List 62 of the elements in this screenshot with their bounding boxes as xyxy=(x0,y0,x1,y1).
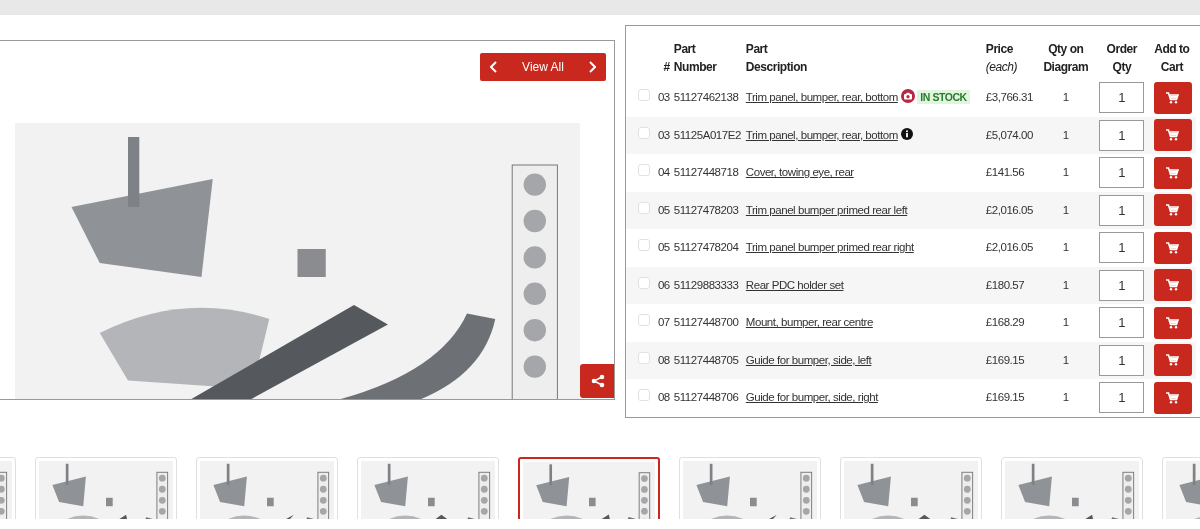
quantity-input[interactable]: 1 xyxy=(1099,82,1145,114)
part-description-link[interactable]: Trim panel bumper primed rear right xyxy=(745,241,914,254)
item-number: 08 xyxy=(657,391,670,404)
price: £169.15 xyxy=(985,391,1025,404)
price: £3,766.31 xyxy=(985,91,1033,104)
price: £141.56 xyxy=(985,166,1025,179)
part-description-link[interactable]: Guide for bumper, side, left xyxy=(745,353,872,366)
part-number: 51129883333 xyxy=(673,278,739,291)
quantity: 1 xyxy=(1062,128,1069,141)
part-description-link[interactable]: Guide for bumper, side, right xyxy=(745,391,878,404)
quantity-input[interactable]: 1 xyxy=(1099,232,1145,264)
item-number: 05 xyxy=(657,203,670,216)
quantity-input[interactable]: 1 xyxy=(1099,307,1145,339)
item-number: 07 xyxy=(657,316,670,329)
item-number: 08 xyxy=(657,353,670,366)
price: £168.29 xyxy=(985,316,1025,329)
item-number: 05 xyxy=(657,241,670,254)
part-description-link[interactable]: Rear PDC holder set xyxy=(745,278,844,291)
quantity: 1 xyxy=(1062,316,1069,329)
item-number: 06 xyxy=(657,278,670,291)
column-header: Part Description xyxy=(745,41,806,76)
part-number: 51127448700 xyxy=(673,316,739,329)
column-header: Add to Cart xyxy=(1153,41,1191,76)
part-number: 51127448718 xyxy=(673,166,739,179)
part-description-link[interactable]: Mount, bumper, rear centre xyxy=(745,316,873,329)
column-header: Price xyxy=(985,41,1013,59)
part-number: 51127478204 xyxy=(673,241,739,254)
quantity: 1 xyxy=(1062,166,1069,179)
item-number: 03 xyxy=(657,128,670,141)
item-number: 04 xyxy=(657,166,670,179)
part-number: 51127478203 xyxy=(673,203,739,216)
part-number: 51125A017E2 xyxy=(673,128,741,141)
part-description-link[interactable]: Cover, towing eye, rear xyxy=(745,166,854,179)
quantity-input[interactable]: 1 xyxy=(1099,344,1145,376)
part-number: 51127462138 xyxy=(673,91,739,104)
column-note: (each) xyxy=(985,59,1018,74)
price: £2,016.05 xyxy=(985,241,1033,254)
price: £169.15 xyxy=(985,353,1025,366)
price: £2,016.05 xyxy=(985,203,1033,216)
quantity-input[interactable]: 1 xyxy=(1099,119,1145,151)
quantity: 1 xyxy=(1062,391,1069,404)
part-number: 51127448705 xyxy=(673,353,739,366)
part-description-link[interactable]: Trim panel, bumper, rear, bottom xyxy=(745,91,898,104)
quantity-input[interactable]: 1 xyxy=(1099,157,1145,189)
quantity: 1 xyxy=(1062,203,1069,216)
quantity-input[interactable]: 1 xyxy=(1099,382,1145,414)
column-header: Qty on Diagram xyxy=(1042,41,1090,76)
stock-badge: IN STOCK xyxy=(917,90,970,105)
item-number: 03 xyxy=(657,91,670,104)
column-header: Part Number xyxy=(673,41,718,76)
price: £5,074.00 xyxy=(985,128,1033,141)
quantity: 1 xyxy=(1062,353,1069,366)
quantity-input[interactable]: 1 xyxy=(1099,194,1145,226)
price: £180.57 xyxy=(985,278,1025,291)
view-all-button[interactable]: View All xyxy=(480,53,606,81)
column-header: Order Qty xyxy=(1105,41,1139,76)
column-header: # xyxy=(663,58,670,76)
quantity-input[interactable]: 1 xyxy=(1099,269,1145,301)
part-number: 51127448706 xyxy=(673,391,739,404)
quantity: 1 xyxy=(1062,278,1069,291)
quantity: 1 xyxy=(1062,241,1069,254)
quantity: 1 xyxy=(1062,91,1069,104)
